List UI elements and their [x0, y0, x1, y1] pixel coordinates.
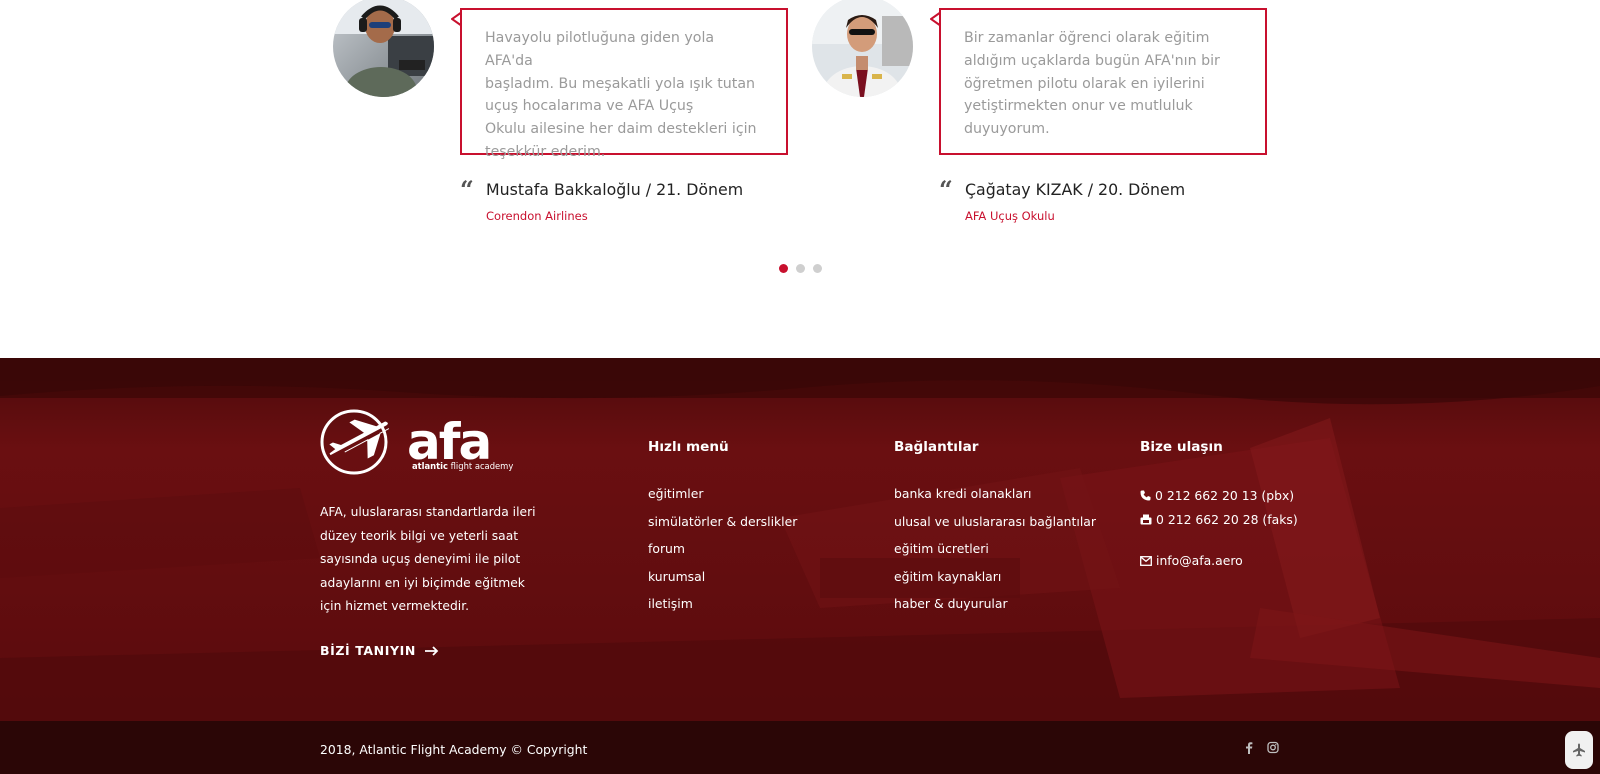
quote-mark-icon: “	[939, 175, 953, 204]
links-column: Bağlantılar banka kredi olanakları ulusa…	[894, 439, 1096, 624]
back-to-top-button[interactable]	[1565, 731, 1593, 769]
arrow-right-icon	[424, 645, 439, 656]
about-us-label: BİZİ TANIYIN	[320, 643, 416, 658]
avatar	[812, 0, 913, 97]
links-title: Bağlantılar	[894, 439, 979, 455]
author-company: AFA Uçuş Okulu	[965, 209, 1055, 223]
contact-email[interactable]: info@afa.aero	[1140, 549, 1298, 573]
quote-mark-icon: “	[460, 175, 474, 204]
carousel-dot[interactable]	[796, 264, 805, 273]
copyright-text: 2018, Atlantic Flight Academy © Copyrigh…	[320, 742, 588, 757]
about-text: AFA, uluslararası standartlarda ileri dü…	[320, 505, 536, 613]
contact-list: 0 212 662 20 13 (pbx) 0 212 662 20 28 (f…	[1140, 484, 1298, 573]
quote-text: Havayolu pilotluğuna giden yola AFA'da b…	[485, 30, 757, 160]
link-item-connections[interactable]: ulusal ve uluslararası bağlantılar	[894, 514, 1096, 542]
avatar	[333, 0, 434, 97]
testimonial-quote: Havayolu pilotluğuna giden yola AFA'da b…	[460, 8, 788, 160]
quick-menu-item-forum[interactable]: forum	[648, 541, 797, 569]
email-address: info@afa.aero	[1156, 553, 1243, 569]
author-name: Çağatay KIZAK / 20. Dönem	[965, 180, 1186, 199]
quote-text: Bir zamanlar öğrenci olarak eğitim aldığ…	[964, 30, 1220, 138]
author-name: Mustafa Bakkaloğlu / 21. Dönem	[486, 180, 744, 199]
fax-icon	[1140, 514, 1152, 525]
link-item-bank-credit[interactable]: banka kredi olanakları	[894, 486, 1096, 514]
fax-number: 0 212 662 20 28 (faks)	[1156, 511, 1298, 527]
quick-menu-title: Hızlı menü	[648, 439, 729, 455]
links-list: banka kredi olanakları ulusal ve uluslar…	[894, 486, 1096, 624]
quick-menu-list: eğitimler simülatörler & derslikler foru…	[648, 486, 797, 624]
quick-menu-item-egitimler[interactable]: eğitimler	[648, 486, 797, 514]
author-company: Corendon Airlines	[486, 209, 588, 223]
phone-icon	[1140, 490, 1151, 501]
carousel-dot[interactable]	[813, 264, 822, 273]
contact-title: Bize ulaşın	[1140, 439, 1223, 455]
link-item-news[interactable]: haber & duyurular	[894, 596, 1096, 624]
carousel-pagination	[779, 264, 822, 273]
carousel-dot[interactable]	[779, 264, 788, 273]
link-item-resources[interactable]: eğitim kaynakları	[894, 569, 1096, 597]
testimonial-quote: Bir zamanlar öğrenci olarak eğitim aldığ…	[939, 8, 1267, 155]
facebook-icon[interactable]	[1243, 741, 1255, 754]
afa-logo[interactable]: afa atlantic flight academy	[319, 407, 534, 477]
phone-number: 0 212 662 20 13 (pbx)	[1155, 488, 1295, 504]
social-links	[1243, 741, 1279, 754]
about-us-link[interactable]: BİZİ TANIYIN	[320, 643, 439, 658]
contact-fax: 0 212 662 20 28 (faks)	[1140, 508, 1298, 532]
quick-menu-item-simulatorler[interactable]: simülatörler & derslikler	[648, 514, 797, 542]
link-item-fees[interactable]: eğitim ücretleri	[894, 541, 1096, 569]
quick-menu-column: Hızlı menü eğitimler simülatörler & ders…	[648, 439, 797, 624]
airplane-icon	[1573, 743, 1585, 757]
envelope-icon	[1140, 555, 1152, 566]
contact-column: Bize ulaşın 0 212 662 20 13 (pbx) 0 212 …	[1140, 439, 1298, 573]
bottom-bar: 2018, Atlantic Flight Academy © Copyrigh…	[0, 721, 1600, 774]
site-footer: afa atlantic flight academy AFA, uluslar…	[0, 358, 1600, 721]
footer-content: afa atlantic flight academy AFA, uluslar…	[0, 358, 1600, 721]
testimonials-section: Havayolu pilotluğuna giden yola AFA'da b…	[0, 0, 1600, 358]
quick-menu-item-iletisim[interactable]: iletişim	[648, 596, 797, 624]
instagram-icon[interactable]	[1267, 741, 1279, 754]
contact-phone[interactable]: 0 212 662 20 13 (pbx)	[1140, 484, 1298, 508]
quick-menu-item-kurumsal[interactable]: kurumsal	[648, 569, 797, 597]
logo-tagline: atlantic flight academy	[412, 461, 513, 471]
